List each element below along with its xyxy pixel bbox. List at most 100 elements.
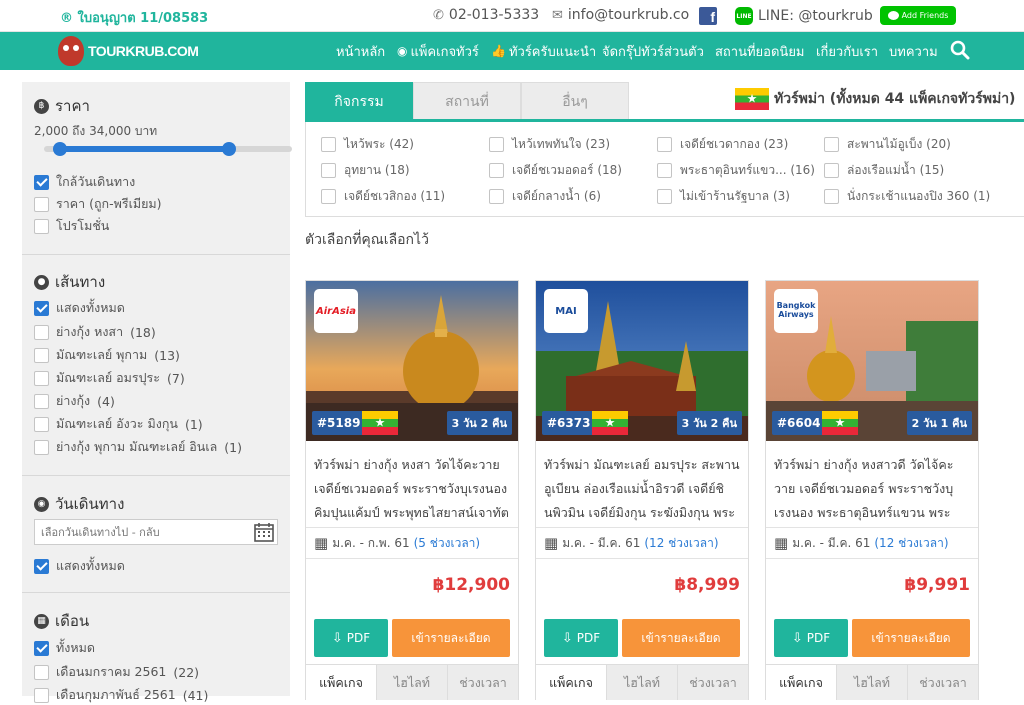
slot-count-link[interactable]: (12 ช่วงเวลา) [874, 534, 948, 553]
option-count: (1) [224, 439, 242, 455]
add-friends-button[interactable]: Add Friends [880, 6, 956, 25]
view-detail-button[interactable]: เข้ารายละเอียด [622, 619, 740, 657]
card-tab-schedule[interactable]: ช่วงเวลา [447, 664, 518, 700]
route-option-all[interactable]: แสดงทั้งหมด [34, 298, 125, 318]
checkbox[interactable] [34, 687, 49, 703]
nav-item-recommended[interactable]: 👍 ทัวร์ครับแนะนำ [491, 32, 596, 70]
view-detail-button[interactable]: เข้ารายละเอียด [392, 619, 510, 657]
checkbox[interactable] [489, 137, 504, 152]
checkbox[interactable] [321, 189, 336, 204]
activity-filter[interactable]: เจดีย์ชเวดากอง (23) [657, 135, 788, 154]
checkbox[interactable] [34, 347, 49, 363]
travel-date-show-all[interactable]: แสดงทั้งหมด [34, 556, 125, 576]
activity-filter[interactable]: เจดีย์กลางน้ำ (6) [489, 187, 601, 206]
checkbox[interactable] [657, 163, 672, 178]
checkbox[interactable] [824, 189, 839, 204]
pdf-download-button[interactable]: ⇩ PDF [314, 619, 388, 657]
price-slider-max-handle[interactable] [221, 142, 236, 156]
route-option[interactable]: มัณฑะเลย์ อมรปุระ (7) [34, 368, 185, 388]
checkbox[interactable] [657, 137, 672, 152]
checkbox[interactable] [321, 137, 336, 152]
checkbox[interactable] [34, 324, 49, 340]
view-detail-button[interactable]: เข้ารายละเอียด [852, 619, 970, 657]
card-tab-highlight[interactable]: ไฮไลท์ [606, 664, 677, 700]
activity-filter[interactable]: เจดีย์ชเวมอดอร์ (18) [489, 161, 622, 180]
card-tab-highlight[interactable]: ไฮไลท์ [376, 664, 447, 700]
price-option-nearest-date[interactable]: ใกล้วันเดินทาง [34, 172, 135, 192]
facebook-link[interactable]: f [699, 7, 717, 25]
card-tab-package[interactable]: แพ็คเกจ [766, 664, 836, 700]
route-option[interactable]: ย่างกุ้ง (4) [34, 391, 115, 411]
tour-title[interactable]: ทัวร์พม่า มัณฑะเลย์ อมรปุระ สะพานอูเบียน… [544, 453, 740, 525]
price-option-cheap-premium[interactable]: ราคา (ถูก-พรีเมียม) [34, 194, 162, 214]
checkbox[interactable] [34, 393, 49, 409]
calendar-icon[interactable] [254, 522, 274, 542]
checkbox[interactable] [34, 174, 49, 190]
card-tab-schedule[interactable]: ช่วงเวลา [677, 664, 748, 700]
checkbox[interactable] [34, 300, 49, 316]
search-icon[interactable] [950, 40, 970, 60]
checkbox[interactable] [34, 640, 49, 656]
site-logo[interactable]: TOURKRUB.COM [58, 33, 199, 69]
activity-filter[interactable]: ไม่เข้าร้านรัฐบาล (3) [657, 187, 790, 206]
checkbox[interactable] [34, 370, 49, 386]
card-tab-highlight[interactable]: ไฮไลท์ [836, 664, 907, 700]
checkbox[interactable] [34, 196, 49, 212]
tab-others[interactable]: อื่นๆ [521, 82, 629, 120]
nav-item-packages[interactable]: ◉ แพ็คเกจทัวร์ [397, 32, 479, 70]
slot-count-link[interactable]: (5 ช่วงเวลา) [414, 534, 481, 553]
month-option[interactable]: เดือนมกราคม 2561 (22) [34, 662, 199, 682]
route-option[interactable]: มัณฑะเลย์ อังวะ มิงกุน (1) [34, 414, 203, 434]
pdf-download-button[interactable]: ⇩ PDF [544, 619, 618, 657]
email-link[interactable]: ✉ info@tourkrub.co [552, 7, 689, 23]
nav-item-popular-places[interactable]: สถานที่ยอดนิยม [715, 32, 805, 70]
pdf-download-button[interactable]: ⇩ PDF [774, 619, 848, 657]
line-link[interactable]: LINE LINE: @tourkrub [735, 7, 873, 25]
activity-filter[interactable]: สะพานไม้อูเบ็ง (20) [824, 135, 951, 154]
tour-image[interactable]: MAI #6373 ★ 3 วัน 2 คืน [536, 281, 748, 441]
tab-label: สถานที่ [445, 93, 489, 110]
activity-filter[interactable]: อุทยาน (18) [321, 161, 410, 180]
checkbox[interactable] [34, 664, 49, 680]
route-option[interactable]: มัณฑะเลย์ พุกาม (13) [34, 345, 180, 365]
nav-item-private-group[interactable]: จัดกรุ๊ปทัวร์ส่วนตัว [602, 32, 704, 70]
activity-filter[interactable]: พระธาตุอินทร์แขว... (16) [657, 161, 815, 180]
travel-date-input[interactable] [34, 519, 278, 545]
activity-filter[interactable]: ไหว้พระ (42) [321, 135, 414, 154]
activity-filter[interactable]: นั่งกระเช้าแนองปิง 360 (1) [824, 187, 990, 206]
checkbox[interactable] [321, 163, 336, 178]
month-option[interactable]: เดือนกุมภาพันธ์ 2561 (41) [34, 685, 208, 705]
card-tab-schedule[interactable]: ช่วงเวลา [907, 664, 978, 700]
checkbox[interactable] [824, 137, 839, 152]
tab-activities[interactable]: กิจกรรม [305, 82, 413, 120]
nav-item-home[interactable]: หน้าหลัก [336, 32, 385, 70]
nav-item-articles[interactable]: บทความ [889, 32, 938, 70]
route-option[interactable]: ย่างกุ้ง พุกาม มัณฑะเลย์ อินเล (1) [34, 437, 242, 457]
price-option-promotion[interactable]: โปรโมชั่น [34, 216, 109, 236]
activity-filter[interactable]: ล่องเรือแม่น้ำ (15) [824, 161, 944, 180]
checkbox[interactable] [34, 439, 49, 455]
price-slider[interactable] [44, 142, 292, 156]
tour-title[interactable]: ทัวร์พม่า ย่างกุ้ง หงสา วัดไจ้คะวาย เจดี… [314, 453, 510, 525]
checkbox[interactable] [34, 218, 49, 234]
checkbox[interactable] [489, 163, 504, 178]
card-tab-package[interactable]: แพ็คเกจ [306, 664, 376, 700]
nav-item-about[interactable]: เกี่ยวกับเรา [816, 32, 878, 70]
checkbox[interactable] [34, 416, 49, 432]
month-option-all[interactable]: ทั้งหมด [34, 638, 95, 658]
phone-link[interactable]: ✆ 02-013-5333 [433, 7, 539, 23]
activity-filter[interactable]: ไหว้เทพทันใจ (23) [489, 135, 610, 154]
tour-image[interactable]: Bangkok Airways #6604 ★ 2 วัน 1 คืน [766, 281, 978, 441]
activity-filter[interactable]: เจดีย์ชเวสิกอง (11) [321, 187, 445, 206]
tour-title[interactable]: ทัวร์พม่า ย่างกุ้ง หงสาวดี วัดไจ้คะวาย เ… [774, 453, 970, 525]
checkbox[interactable] [824, 163, 839, 178]
tour-image[interactable]: AirAsia #5189 ★ 3 วัน 2 คืน [306, 281, 518, 441]
tab-places[interactable]: สถานที่ [413, 82, 521, 120]
price-slider-min-handle[interactable] [53, 142, 68, 156]
card-tab-package[interactable]: แพ็คเกจ [536, 664, 606, 700]
slot-count-link[interactable]: (12 ช่วงเวลา) [644, 534, 718, 553]
route-option[interactable]: ย่างกุ้ง หงสา (18) [34, 322, 156, 342]
checkbox[interactable] [657, 189, 672, 204]
checkbox[interactable] [489, 189, 504, 204]
checkbox[interactable] [34, 558, 49, 574]
